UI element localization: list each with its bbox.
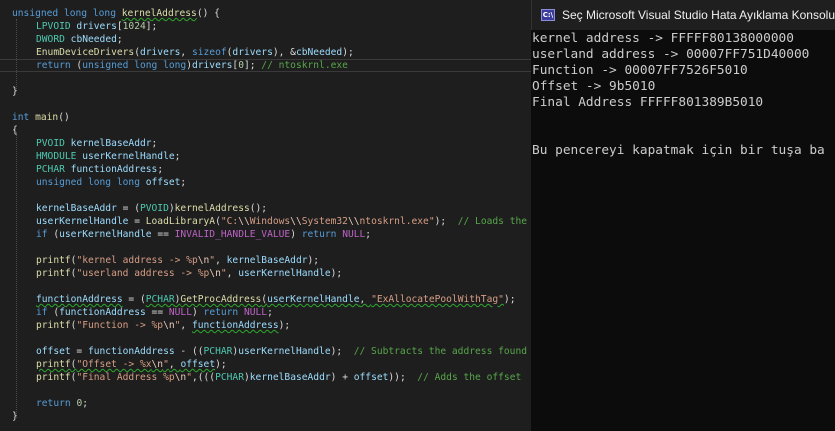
- code-line: unsigned long long offset;: [36, 177, 187, 188]
- code-line: printf("Offset -> %x\n", offset);: [36, 359, 227, 370]
- code-line: }: [12, 411, 18, 422]
- code-line: HMODULE userKernelHandle;: [36, 151, 181, 162]
- code-line: printf("Final Address %p\n",(((PCHAR)ker…: [36, 372, 522, 383]
- code-editor[interactable]: unsigned long long kernelAddress() { LPV…: [0, 0, 531, 431]
- console-output-line: Function -> 00007FF7526F5010: [532, 63, 748, 78]
- console-output-line: userland address -> 00007FF751D40000: [532, 47, 810, 62]
- code-line: if (userKernelHandle == INVALID_HANDLE_V…: [36, 229, 372, 240]
- code-line: printf("userland address -> %p\n", userK…: [36, 268, 343, 279]
- code-line: functionAddress = (PCHAR)GetProcAddress(…: [36, 294, 516, 305]
- code-line: return 0;: [36, 398, 88, 409]
- debug-console-window[interactable]: C:\ Seç Microsoft Visual Studio Hata Ayı…: [531, 0, 835, 431]
- console-output-line: Offset -> 9b5010: [532, 79, 656, 94]
- indent-guide: [16, 19, 17, 91]
- code-line: {: [12, 125, 18, 136]
- code-line: offset = functionAddress - ((PCHAR)userK…: [36, 346, 527, 357]
- code-line: PVOID kernelBaseAddr;: [36, 138, 158, 149]
- console-app-icon: C:\: [541, 9, 555, 21]
- code-line: userKernelHandle = LoadLibraryA("C:\\Win…: [36, 216, 528, 227]
- code-line: int main(): [12, 112, 70, 123]
- code-line: EnumDeviceDrivers(drivers, sizeof(driver…: [36, 47, 354, 58]
- console-title: Seç Microsoft Visual Studio Hata Ayıklam…: [561, 8, 835, 22]
- code-line: if (functionAddress == NULL) return NULL…: [36, 307, 273, 318]
- console-output-line: Final Address FFFFF801389B5010: [532, 95, 764, 110]
- console-prompt-line: Bu pencereyi kapatmak için bir tuşa ba: [532, 143, 825, 158]
- code-line: DWORD cbNeeded;: [36, 34, 123, 45]
- code-line: unsigned long long kernelAddress() {: [12, 8, 220, 19]
- code-line: }: [12, 86, 18, 97]
- console-titlebar[interactable]: C:\ Seç Microsoft Visual Studio Hata Ayı…: [531, 0, 835, 30]
- code-line: PCHAR functionAddress;: [36, 164, 164, 175]
- code-line: printf("Function -> %p\n", functionAddre…: [36, 320, 291, 331]
- code-line: kernelBaseAddr = (PVOID)kernelAddress();: [36, 203, 268, 214]
- current-line: return (unsigned long long)drivers[0]; /…: [0, 59, 531, 72]
- code-line: printf("kernel address -> %p\n", kernelB…: [36, 255, 320, 266]
- console-output-line: kernel address -> FFFFF80138000000: [532, 31, 794, 46]
- code-line: LPVOID drivers[1024];: [36, 21, 158, 32]
- indent-guide: [16, 132, 17, 418]
